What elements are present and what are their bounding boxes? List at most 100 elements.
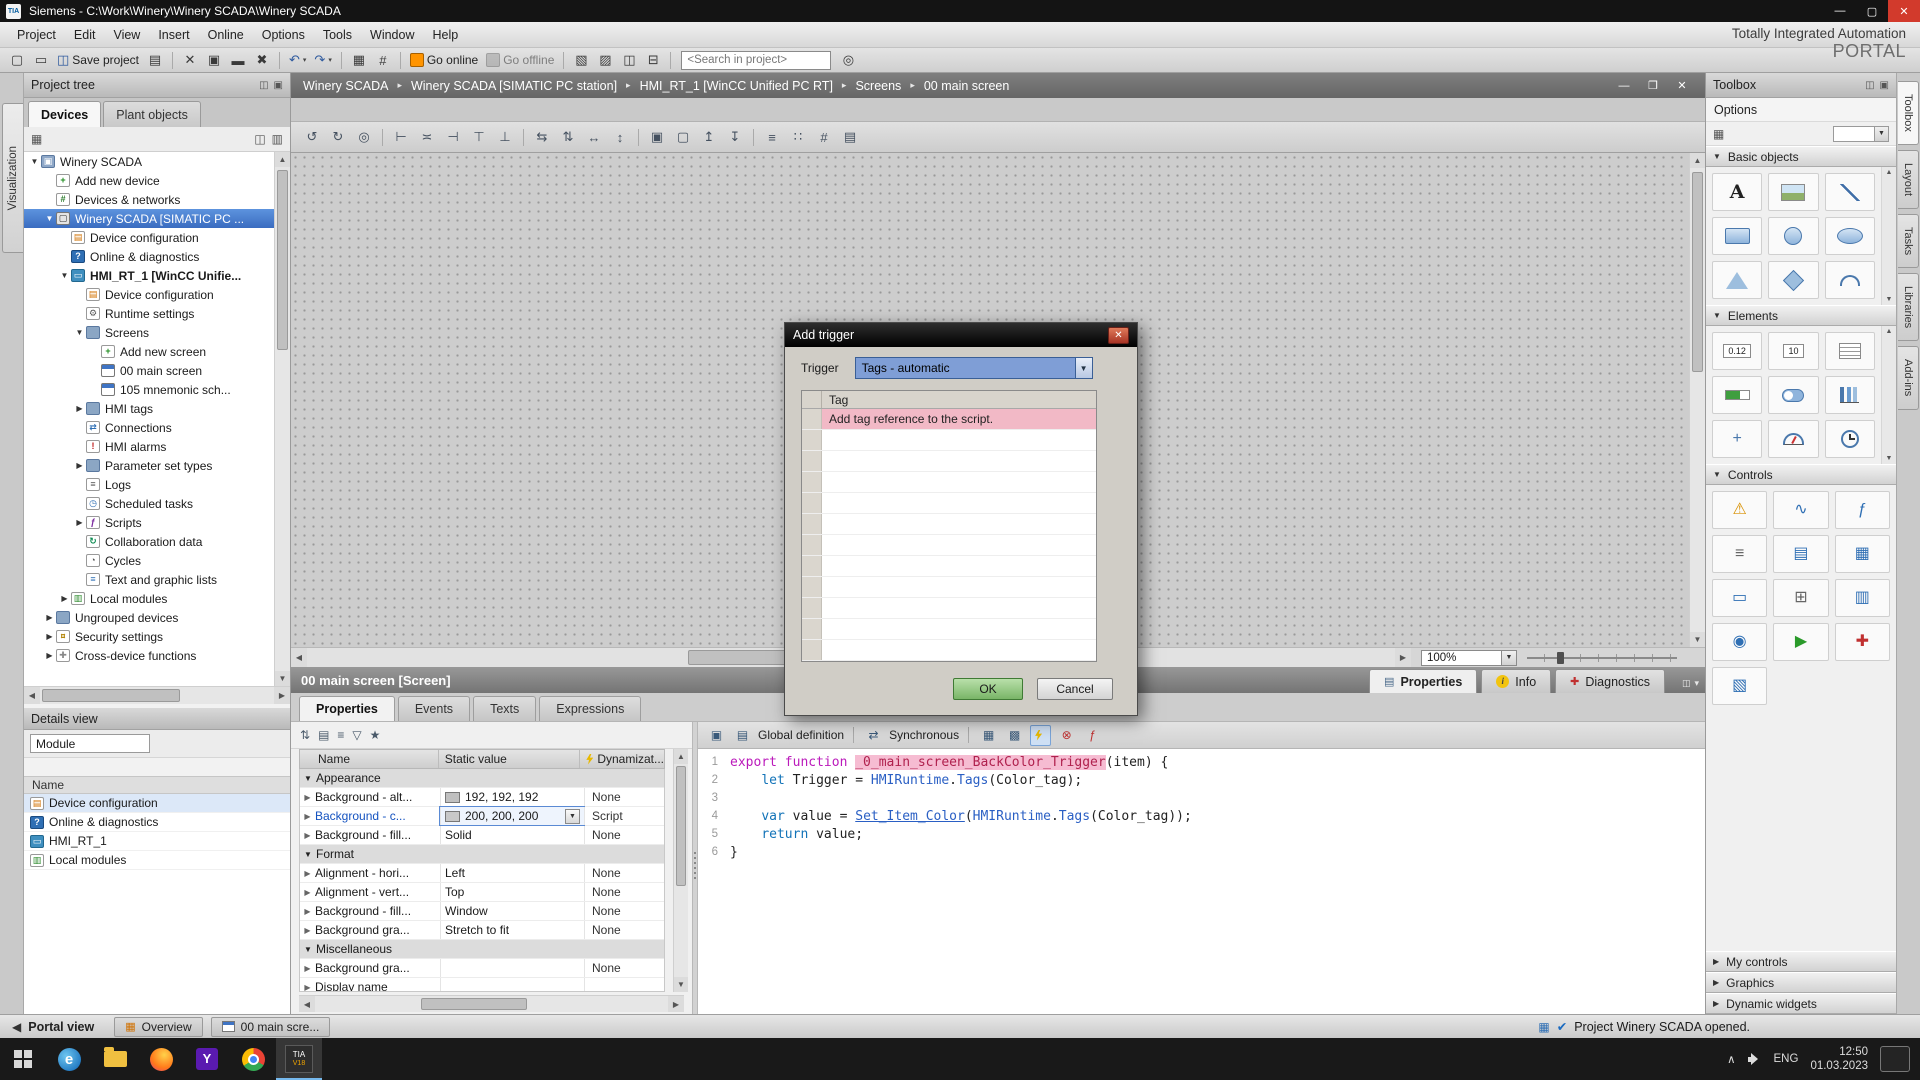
bring-to-front-icon[interactable]: ↥ xyxy=(697,125,721,149)
circle[interactable] xyxy=(1768,217,1818,255)
breadcrumb-00-main-screen[interactable]: 00 main screen xyxy=(922,79,1011,93)
rotate-left-icon[interactable]: ↺ xyxy=(300,125,324,149)
properties-vertical-scrollbar[interactable]: ▲ ▼ xyxy=(673,749,688,992)
menu-online[interactable]: Online xyxy=(199,22,253,47)
window-maximize-button[interactable]: ▢ xyxy=(1856,0,1888,22)
float-view-icon[interactable]: ◫ xyxy=(254,132,265,146)
code-structure-icon[interactable]: ▩ xyxy=(1004,725,1025,746)
expander-icon[interactable]: ▶ xyxy=(73,461,86,470)
copy-icon[interactable]: ▣ xyxy=(203,50,225,71)
pin-panel-icon[interactable]: ▣ xyxy=(1880,80,1889,91)
property-row-alignment-vert[interactable]: ▶Alignment - vert...TopNone xyxy=(300,883,664,902)
tree-item-cycles[interactable]: ◔Cycles xyxy=(24,551,275,570)
expander-icon[interactable]: ▶ xyxy=(300,888,315,897)
text-box[interactable]: A xyxy=(1712,173,1762,211)
clock[interactable] xyxy=(1825,420,1875,458)
tree-item-local-modules[interactable]: ▶▥Local modules xyxy=(24,589,275,608)
scroll-left-icon[interactable]: ◀ xyxy=(24,687,40,704)
zoom-tool-icon[interactable]: ◎ xyxy=(352,125,376,149)
breadcrumb-hmi-rt-1-wincc-unified-pc-rt[interactable]: HMI_RT_1 [WinCC Unified PC RT] xyxy=(638,79,835,93)
inspector-tab-info[interactable]: iInfo xyxy=(1481,669,1551,693)
expander-icon[interactable]: ▶ xyxy=(300,964,315,973)
menu-edit[interactable]: Edit xyxy=(65,22,105,47)
scroll-up-icon[interactable]: ▲ xyxy=(275,152,290,167)
align-left-icon[interactable]: ⊢ xyxy=(389,125,413,149)
expander-icon[interactable]: ▼ xyxy=(43,214,56,223)
tree-item-winery-scada-simatic-pc[interactable]: ▼▢Winery SCADA [SIMATIC PC ... xyxy=(24,209,275,228)
property-value-cell[interactable] xyxy=(440,959,584,977)
align-top-icon[interactable]: ⊤ xyxy=(467,125,491,149)
ok-button[interactable]: OK xyxy=(953,678,1023,700)
distribute-vertical-icon[interactable]: ⇅ xyxy=(556,125,580,149)
expander-icon[interactable]: ▶ xyxy=(43,613,56,622)
property-value-cell[interactable]: Stretch to fit xyxy=(440,921,584,939)
go-online-button[interactable]: Go online xyxy=(407,50,481,71)
open-project-icon[interactable]: ▭ xyxy=(30,50,52,71)
synchronous-label[interactable]: Synchronous xyxy=(889,728,959,742)
io-field[interactable]: 0.12 xyxy=(1712,332,1762,370)
tree-item-add-new-screen[interactable]: +Add new screen xyxy=(24,342,275,361)
symbolic-io-field[interactable] xyxy=(1825,332,1875,370)
line[interactable] xyxy=(1825,173,1875,211)
property-group-appearance[interactable]: ▼Appearance xyxy=(300,769,664,788)
empty-tag-row[interactable] xyxy=(802,598,1096,619)
category-view-icon[interactable]: ▤ xyxy=(318,728,329,742)
property-value-cell[interactable]: 200, 200, 200▼ xyxy=(440,807,584,825)
cancel-button[interactable]: Cancel xyxy=(1037,678,1113,700)
scrollbar-thumb[interactable] xyxy=(1692,172,1703,372)
global-definition-icon[interactable]: ▤ xyxy=(732,725,753,746)
zoom-slider[interactable] xyxy=(1527,651,1677,665)
tab-plant-objects[interactable]: Plant objects xyxy=(103,101,201,127)
tree-item-hmi-tags[interactable]: ▶HMI tags xyxy=(24,399,275,418)
expander-icon[interactable]: ▶ xyxy=(300,869,315,878)
property-dynamization[interactable]: None xyxy=(584,959,664,977)
tab-devices[interactable]: Devices xyxy=(28,101,101,127)
group-icon[interactable]: ▣ xyxy=(645,125,669,149)
redo-button[interactable]: ↷▾ xyxy=(311,50,334,71)
expander-icon[interactable]: ▶ xyxy=(300,812,315,821)
list-view-icon[interactable]: ≡ xyxy=(337,728,344,742)
visualization-side-tab[interactable]: Visualization xyxy=(2,103,23,253)
property-row-background-c[interactable]: ▶Background - c...200, 200, 200▼Script xyxy=(300,807,664,826)
expand-all-icon[interactable]: ▥ xyxy=(272,132,283,146)
side-tab-libraries[interactable]: Libraries xyxy=(1898,273,1919,341)
properties-horizontal-scrollbar[interactable]: ◀ ▶ xyxy=(299,995,684,1012)
menu-tools[interactable]: Tools xyxy=(314,22,361,47)
empty-tag-row[interactable] xyxy=(802,493,1096,514)
property-row-background-gra[interactable]: ▶Background gra...Stretch to fitNone xyxy=(300,921,664,940)
graphic-view[interactable] xyxy=(1768,173,1818,211)
alarm-control[interactable]: ⚠ xyxy=(1712,491,1767,529)
screen-window-control[interactable]: ⊞ xyxy=(1773,579,1828,617)
zoom-level-select[interactable]: 100% ▼ xyxy=(1421,650,1517,666)
expander-icon[interactable]: ▶ xyxy=(1713,978,1719,987)
toolbox-section-graphics[interactable]: ▶Graphics xyxy=(1706,972,1896,993)
delete-icon[interactable]: ✖ xyxy=(251,50,273,71)
split-editor-horizontal-icon[interactable]: ◫ xyxy=(618,50,640,71)
firefox-browser[interactable] xyxy=(138,1038,184,1080)
empty-tag-row[interactable] xyxy=(802,472,1096,493)
expander-icon[interactable]: ▶ xyxy=(58,594,71,603)
file-explorer[interactable] xyxy=(92,1038,138,1080)
empty-tag-row[interactable] xyxy=(802,535,1096,556)
parameter-view-control[interactable]: ▥ xyxy=(1835,579,1890,617)
scrollbar-thumb[interactable] xyxy=(421,998,527,1010)
toolbox-section-elements[interactable]: ▼Elements xyxy=(1706,305,1896,326)
expander-icon[interactable]: ▶ xyxy=(43,651,56,660)
global-definition-label[interactable]: Global definition xyxy=(758,728,844,742)
property-row-alignment-hori[interactable]: ▶Alignment - hori...LeftNone xyxy=(300,864,664,883)
toolbox-scrollbar[interactable]: ▲▼ xyxy=(1881,167,1896,305)
breadcrumb-screens[interactable]: Screens xyxy=(853,79,903,93)
property-value-cell[interactable]: Solid xyxy=(440,826,584,844)
portal-view-button[interactable]: ◀ Portal view xyxy=(0,1015,106,1038)
collapse-inspector-icon[interactable]: ▾ xyxy=(1694,678,1699,689)
project-tree-vertical-scrollbar[interactable]: ▲ ▼ xyxy=(274,152,290,686)
align-right-icon[interactable]: ⊣ xyxy=(441,125,465,149)
toolbox-section-dynamic-widgets[interactable]: ▶Dynamic widgets xyxy=(1706,993,1896,1014)
rectangle[interactable] xyxy=(1712,217,1762,255)
tab-order-icon[interactable]: ≡ xyxy=(760,125,784,149)
go-offline-button[interactable]: Go offline xyxy=(483,50,557,71)
expander-icon[interactable]: ▶ xyxy=(300,907,315,916)
snap-icon[interactable]: ∷ xyxy=(786,125,810,149)
scroll-down-icon[interactable]: ▼ xyxy=(674,977,688,992)
property-value-cell[interactable] xyxy=(440,978,584,992)
